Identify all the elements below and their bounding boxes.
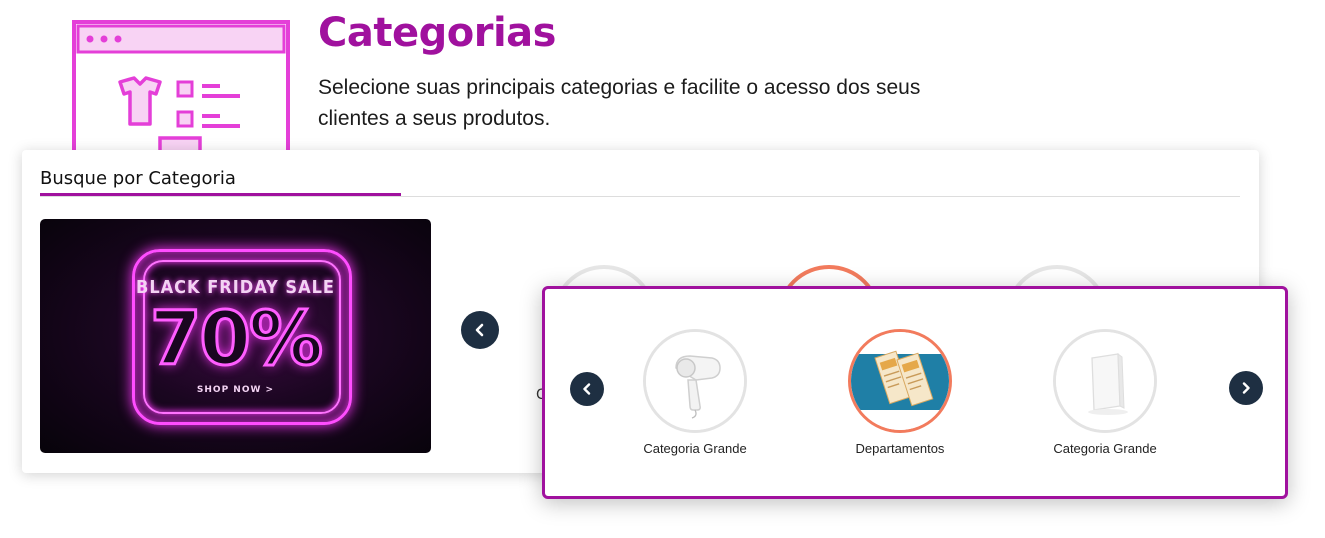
brochure-icon [851, 332, 949, 430]
black-friday-banner[interactable]: BLACK FRIDAY SALE 70% SHOP NOW > [40, 219, 431, 453]
category-label[interactable]: Categoria Grande [1015, 441, 1195, 456]
chevron-right-icon [1242, 382, 1250, 394]
carousel-prev-button[interactable] [570, 372, 604, 406]
chevron-left-icon [583, 383, 591, 395]
heading-divider [40, 196, 1240, 197]
page-description: Selecione suas principais categorias e f… [318, 76, 921, 130]
section-heading: Busque por Categoria [40, 168, 236, 189]
carousel-next-button[interactable] [1229, 371, 1263, 405]
white-box-icon [1056, 332, 1154, 430]
chevron-left-icon [475, 323, 484, 337]
category-thumbnail[interactable] [1053, 329, 1157, 433]
page-title: Categorias [318, 10, 556, 56]
heading-underline [40, 193, 401, 196]
banner-headline: BLACK FRIDAY SALE [135, 277, 335, 298]
category-label[interactable]: Categoria Grande [605, 441, 785, 456]
category-thumbnail[interactable] [848, 329, 952, 433]
carousel-prev-button[interactable] [461, 311, 499, 349]
category-carousel-popout: Categoria Grande Departamentos Categoria… [542, 286, 1288, 499]
category-item[interactable]: Categoria Grande [1015, 329, 1195, 456]
banner-shop-now-link[interactable]: SHOP NOW > [40, 385, 431, 395]
category-label[interactable]: Departamentos [810, 441, 990, 456]
browser-category-illustration [72, 20, 290, 160]
category-thumbnail[interactable] [643, 329, 747, 433]
category-item[interactable]: Categoria Grande [605, 329, 785, 456]
banner-percent: 70% [148, 296, 324, 383]
hair-dryer-icon [646, 332, 744, 430]
category-item-active[interactable]: Departamentos [810, 329, 990, 456]
